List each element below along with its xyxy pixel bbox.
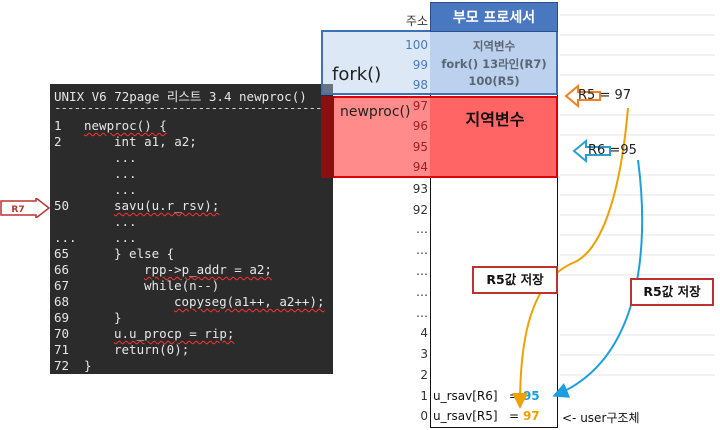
code-line: ... [114,182,137,197]
code-panel: UNIX V6 72page 리스트 3.4 newproc() -------… [50,84,333,374]
code-line: ... [114,150,137,165]
address-header: 주소 [405,14,428,28]
code-line: ...... [54,230,137,245]
code-separator: ----------------------------------------… [54,100,323,115]
address-label: 92 [412,203,428,217]
address-label: 97 [412,99,428,113]
code-line: 69} [54,310,122,325]
newproc-local-label: 지역변수 [465,110,525,129]
user-struct-note: <- user구조체 [562,411,640,425]
address-label: 98 [412,78,428,92]
code-line: ... [114,166,137,181]
address-label: 93 [412,182,428,196]
code-line: 1 newproc() { [54,118,167,133]
fork-region-label: fork() [332,64,382,85]
address-label: 95 [412,140,428,154]
address-label: 100 [405,38,428,52]
code-line: ... [114,214,137,229]
r5-register: R5 = 97 [578,88,632,103]
address-label: 99 [412,58,428,72]
background-grid [560,14,715,376]
r7-label: R7 [11,205,24,215]
code-line: 65} else { [54,246,175,261]
code-line: 50 savu(u.r_rsv); [54,198,220,213]
r6-register: R6 =95 [588,143,637,158]
u-rsav-r5-value: 97 [522,409,540,423]
save-r5-callout-right: R5값 저장 [630,278,714,306]
address-label: 94 [412,160,428,174]
code-line: 71 return(0); [54,342,190,357]
r7-arrow-marker: R7 [0,198,50,218]
address-label: 3 [420,347,428,361]
address-label: … [416,222,428,236]
code-line: 72} [54,358,92,373]
code-line: 70 u.u_procp = rip; [54,326,235,341]
newproc-region-strip [321,96,334,178]
address-label: 2 [420,368,428,382]
fork-region-box [321,30,558,95]
address-label: 0 [420,409,428,423]
code-line: 67 while(n--) [54,278,220,293]
address-label: … [416,285,428,299]
u-rsav-r5-row: u_rsav[R5] = 97 [433,409,540,423]
address-label: … [416,306,428,320]
address-label: 4 [420,326,428,340]
code-line: 2 int a1, a2; [54,134,197,149]
code-line: 66 rpp->p_addr = a2; [54,262,272,277]
address-label: 1 [420,389,428,403]
address-label: … [416,264,428,278]
address-label: 96 [412,119,428,133]
save-r5-callout-left: R5값 저장 [472,266,558,294]
parent-process-header: 부모 프로세서 [430,2,558,32]
u-rsav-r6-value: 95 [522,389,540,403]
address-label: … [416,243,428,257]
u-rsav-r6-row: u_rsav[R6] = 95 [433,389,540,403]
code-line: 68 copyseg(a1++, a2++); [54,294,325,309]
